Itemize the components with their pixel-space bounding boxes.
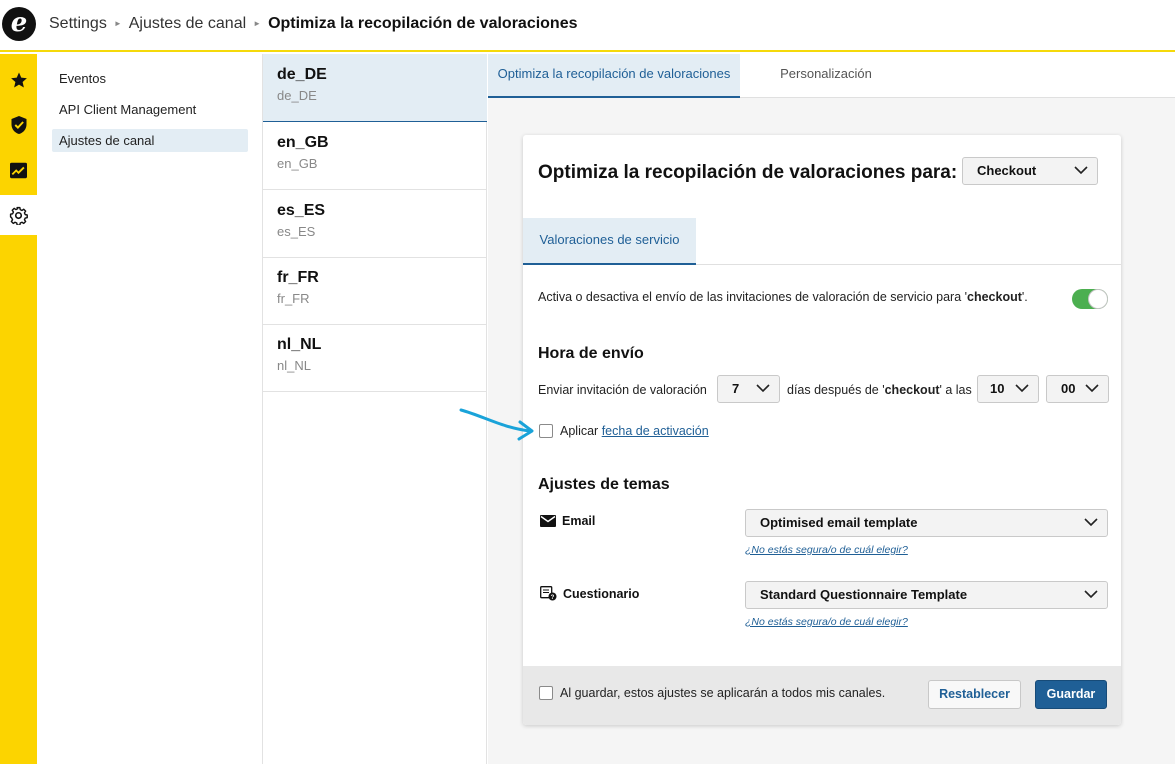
settings-card: Optimiza la recopilación de valoraciones…	[523, 135, 1121, 725]
channel-name: de_DE	[277, 66, 327, 83]
channel-item-fr-fr[interactable]: fr_FR fr_FR	[263, 257, 487, 325]
questionnaire-label: ? Cuestionario	[540, 586, 639, 601]
channel-name: nl_NL	[277, 336, 322, 353]
settings-subnav: Eventos API Client Management Ajustes de…	[37, 54, 263, 764]
breadcrumb-separator-icon: ►	[113, 19, 122, 28]
breadcrumb-settings[interactable]: Settings	[49, 15, 107, 32]
activation-date-label: Aplicar fecha de activación	[560, 424, 709, 438]
rail-item-settings[interactable]	[0, 195, 37, 235]
shield-check-icon	[11, 116, 26, 134]
app-rail	[0, 54, 37, 764]
tab-optimize-collection[interactable]: Optimiza la recopilación de valoraciones	[488, 54, 740, 98]
apply-all-channels-checkbox[interactable]	[539, 686, 553, 700]
questionnaire-template-select[interactable]: Standard Questionnaire Template	[745, 581, 1108, 609]
minute-select-value: 00	[1061, 381, 1076, 396]
channel-item-es-es[interactable]: es_ES es_ES	[263, 190, 487, 258]
themes-heading: Ajustes de temas	[538, 476, 670, 493]
review-type-tabs: Valoraciones de servicio	[523, 218, 1121, 265]
annotation-arrow-icon	[459, 408, 534, 441]
breadcrumb-current: Optimiza la recopilación de valoraciones	[268, 15, 578, 32]
chevron-down-icon	[756, 384, 770, 393]
save-button[interactable]: Guardar	[1035, 680, 1107, 709]
activation-date-link[interactable]: fecha de activación	[602, 424, 709, 438]
channel-name: fr_FR	[277, 269, 319, 286]
chart-trend-icon	[10, 162, 27, 178]
channel-code: nl_NL	[277, 358, 311, 373]
activation-date-checkbox[interactable]	[539, 424, 553, 438]
envelope-icon	[540, 515, 556, 527]
email-template-select[interactable]: Optimised email template	[745, 509, 1108, 537]
channel-item-en-gb[interactable]: en_GB en_GB	[263, 122, 487, 190]
subnav-item-api-client[interactable]: API Client Management	[52, 98, 248, 121]
chevron-down-icon	[1084, 590, 1098, 599]
trigger-select-value: Checkout	[977, 163, 1037, 178]
questionnaire-template-value: Standard Questionnaire Template	[760, 587, 968, 602]
subnav-item-channel-settings[interactable]: Ajustes de canal	[52, 129, 248, 152]
send-time-heading: Hora de envío	[538, 345, 644, 362]
card-footer: Al guardar, estos ajustes se aplicarán a…	[523, 666, 1121, 725]
card-title: Optimiza la recopilación de valoraciones…	[538, 162, 958, 183]
channel-code: en_GB	[277, 156, 318, 171]
toggle-description: Activa o desactiva el envío de las invit…	[538, 290, 1028, 304]
tab-personalization[interactable]: Personalización	[740, 54, 912, 98]
channel-item-nl-nl[interactable]: nl_NL nl_NL	[263, 324, 487, 392]
trigger-select[interactable]: Checkout	[962, 157, 1098, 185]
main-content: Optimiza la recopilación de valoraciones…	[488, 54, 1175, 764]
chevron-down-icon	[1084, 518, 1098, 527]
top-header: e Settings ► Ajustes de canal ► Optimiza la …	[0, 0, 1175, 52]
toggle-knob	[1088, 289, 1108, 309]
send-invitation-label: Enviar invitación de valoración	[538, 383, 707, 397]
page-tabs: Optimiza la recopilación de valoraciones…	[488, 54, 1175, 98]
hour-select-value: 10	[990, 381, 1005, 396]
questionnaire-help-link[interactable]: ¿No estás segura/o de cuál elegir?	[745, 616, 908, 628]
channel-list: de_DE de_DE en_GB en_GB es_ES es_ES fr_F…	[263, 54, 487, 764]
chevron-down-icon	[1074, 166, 1088, 175]
breadcrumb: Settings ► Ajustes de canal ► Optimiza la re…	[49, 15, 578, 33]
breadcrumb-channel-settings[interactable]: Ajustes de canal	[129, 15, 246, 32]
email-template-value: Optimised email template	[760, 515, 918, 530]
rail-item-trustmark[interactable]	[0, 105, 37, 145]
days-after-label: días después de 'checkout' a las	[787, 383, 972, 397]
channel-code: fr_FR	[277, 291, 310, 306]
service-invitations-toggle[interactable]	[1072, 289, 1108, 309]
svg-text:?: ?	[551, 595, 555, 601]
chevron-down-icon	[1015, 384, 1029, 393]
subnav-item-events[interactable]: Eventos	[52, 67, 248, 90]
channel-name: en_GB	[277, 134, 329, 151]
channel-code: es_ES	[277, 224, 316, 239]
chevron-down-icon	[1085, 384, 1099, 393]
days-select-value: 7	[732, 381, 740, 396]
star-icon	[10, 72, 27, 88]
tab-service-reviews[interactable]: Valoraciones de servicio	[523, 218, 696, 265]
breadcrumb-separator-icon: ►	[253, 19, 262, 28]
minute-select[interactable]: 00	[1046, 375, 1109, 403]
gear-icon	[9, 206, 28, 225]
rail-item-reviews[interactable]	[0, 60, 37, 100]
email-label: Email	[540, 514, 595, 528]
days-select[interactable]: 7	[717, 375, 780, 403]
channel-item-de-de[interactable]: de_DE de_DE	[263, 54, 487, 122]
email-help-link[interactable]: ¿No estás segura/o de cuál elegir?	[745, 544, 908, 556]
channel-code: de_DE	[277, 88, 317, 103]
hour-select[interactable]: 10	[977, 375, 1039, 403]
questionnaire-icon: ?	[540, 586, 557, 601]
reset-button[interactable]: Restablecer	[928, 680, 1021, 709]
trusted-logo[interactable]: e	[2, 7, 36, 41]
rail-item-analytics[interactable]	[0, 150, 37, 190]
apply-all-channels-label: Al guardar, estos ajustes se aplicarán a…	[560, 686, 886, 700]
channel-name: es_ES	[277, 202, 326, 219]
